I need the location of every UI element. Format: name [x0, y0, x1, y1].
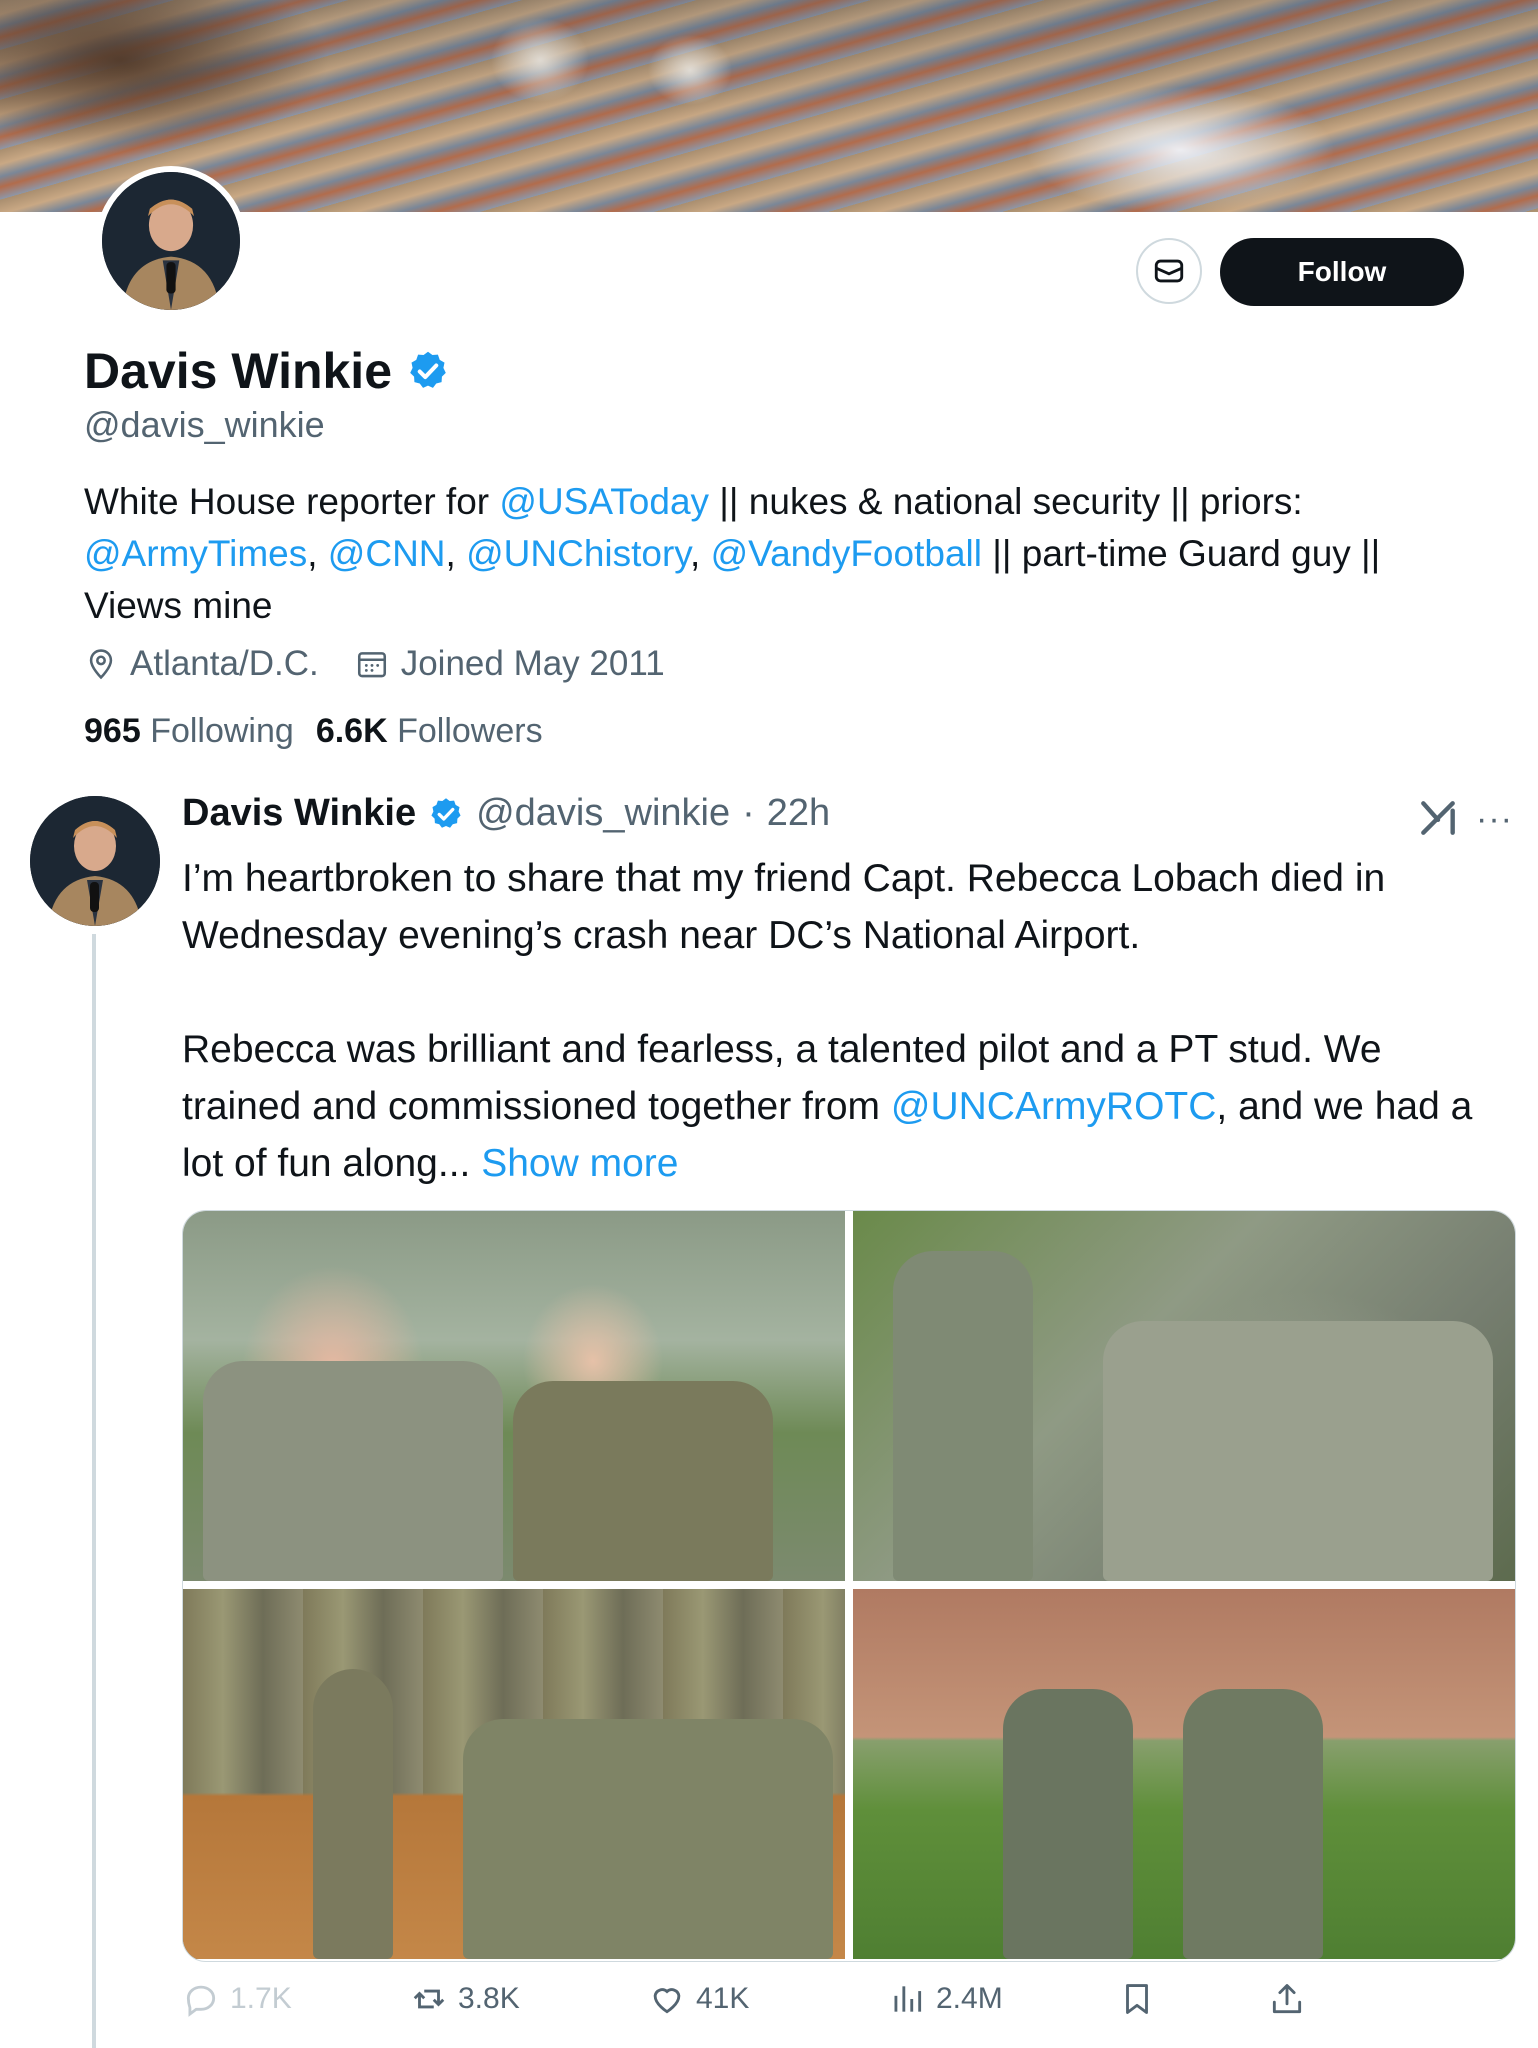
tweet-author-handle[interactable]: @davis_winkie	[476, 792, 730, 835]
photo-figure	[1103, 1321, 1493, 1581]
repost-count: 3.8K	[458, 1982, 520, 2015]
following-label: Following	[150, 712, 294, 750]
mention-unchistory[interactable]: @UNChistory	[466, 533, 690, 574]
mention-usatoday[interactable]: @USAToday	[499, 481, 709, 522]
tweet-separator: ·	[742, 792, 755, 834]
message-button[interactable]	[1136, 238, 1202, 304]
profile-meta: Atlanta/D.C. Joined May 2011	[84, 644, 665, 684]
envelope-icon	[1154, 259, 1184, 283]
tweet-author-name[interactable]: Davis Winkie	[182, 792, 416, 835]
bookmark-icon	[1126, 1984, 1148, 2014]
show-more-link[interactable]: Show more	[481, 1142, 678, 1185]
profile-name: Davis Winkie	[84, 343, 393, 399]
bio-text: || nukes & national security || priors:	[709, 481, 1303, 522]
following-count: 965	[84, 712, 141, 750]
repost-button[interactable]: 3.8K	[410, 1980, 520, 2018]
follow-button[interactable]: Follow	[1220, 238, 1464, 306]
bio-text: ,	[307, 533, 328, 574]
photo-figure	[463, 1719, 833, 1959]
calendar-icon	[357, 652, 386, 678]
bio-text: ,	[690, 533, 711, 574]
tweet-media-grid	[182, 1210, 1516, 1962]
photo-figure	[513, 1381, 773, 1581]
avatar-image	[102, 172, 240, 310]
reply-icon	[186, 1985, 216, 2017]
photo-figure	[203, 1361, 503, 1581]
tweet-timestamp[interactable]: 22h	[767, 792, 830, 835]
like-button[interactable]: 41K	[648, 1980, 749, 2018]
share-button[interactable]	[1268, 1980, 1306, 2018]
photo-figure	[1183, 1689, 1323, 1959]
profile-avatar[interactable]	[96, 166, 246, 316]
photo-figure	[313, 1669, 393, 1959]
bio-text: White House reporter for	[84, 481, 500, 522]
verified-badge-icon[interactable]	[406, 349, 450, 393]
joined-text: Joined May 2011	[400, 644, 665, 683]
tweet-text: I’m heartbroken to share that my friend …	[182, 850, 1482, 1192]
reply-count: 1.7K	[230, 1982, 292, 2015]
mention-armytimes[interactable]: @ArmyTimes	[84, 533, 307, 574]
tweet-avatar-image	[30, 796, 160, 926]
photo-figure	[1003, 1689, 1133, 1959]
profile-joined: Joined May 2011	[355, 644, 665, 684]
mention-vandyfootball[interactable]: @VandyFootball	[711, 533, 982, 574]
tweet-photo[interactable]	[853, 1589, 1515, 1959]
mention-cnn[interactable]: @CNN	[328, 533, 446, 574]
mention-uncarmyrotc[interactable]: @UNCArmyROTC	[891, 1085, 1217, 1128]
repost-icon	[413, 1989, 445, 2009]
views-button[interactable]: 2.4M	[888, 1980, 1003, 2018]
heart-icon	[653, 1988, 681, 2014]
followers-label: Followers	[397, 712, 543, 750]
like-count: 41K	[696, 1982, 750, 2015]
tweet-header: Davis Winkie @davis_winkie · 22h	[182, 792, 830, 835]
profile-location: Atlanta/D.C.	[84, 644, 319, 684]
reply-button[interactable]: 1.7K	[182, 1980, 292, 2018]
profile-handle: @davis_winkie	[84, 404, 325, 445]
location-pin-icon	[89, 649, 113, 680]
photo-figure	[893, 1251, 1033, 1581]
share-icon	[1272, 1984, 1302, 2014]
tweet-actions: 1.7K 3.8K 41K 2.4M	[182, 1980, 1302, 2030]
grok-icon[interactable]	[1416, 796, 1460, 840]
profile-stats: 965 Following 6.6K Followers	[84, 712, 543, 751]
verified-badge-icon[interactable]	[428, 796, 464, 832]
tweet-photo[interactable]	[183, 1211, 845, 1581]
profile-name-row: Davis Winkie	[84, 342, 450, 400]
tweet-paragraph: Rebecca was brilliant and fearless, a ta…	[182, 1021, 1482, 1192]
followers-count: 6.6K	[315, 712, 388, 750]
tweet-photo[interactable]	[853, 1211, 1515, 1581]
tweet-avatar[interactable]	[30, 796, 160, 926]
bookmark-button[interactable]	[1118, 1980, 1156, 2018]
following-link[interactable]: 965 Following	[84, 712, 294, 751]
followers-link[interactable]: 6.6K Followers	[316, 712, 543, 751]
tweet-photo[interactable]	[183, 1589, 845, 1959]
profile-bio: White House reporter for @USAToday || nu…	[84, 476, 1464, 632]
more-options-icon[interactable]: ···	[1476, 800, 1513, 839]
location-text: Atlanta/D.C.	[130, 644, 319, 683]
views-icon	[894, 1986, 922, 2012]
tweet-paragraph: I’m heartbroken to share that my friend …	[182, 857, 1386, 957]
bio-text: ,	[445, 533, 467, 574]
views-count: 2.4M	[936, 1982, 1003, 2015]
thread-line	[92, 934, 96, 2048]
